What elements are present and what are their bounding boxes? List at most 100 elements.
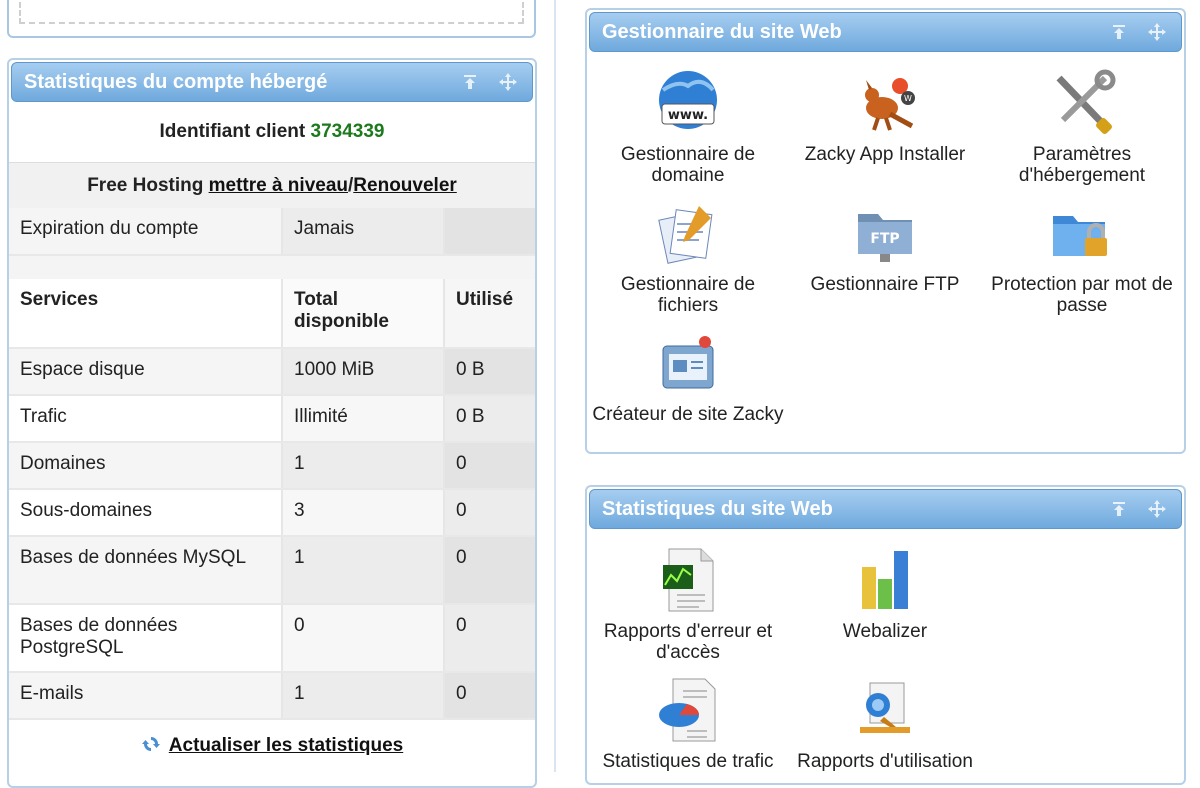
move-icon[interactable]: [1147, 499, 1167, 519]
expiry-label: Expiration du compte: [9, 208, 282, 256]
total-available-cell: 1: [281, 672, 444, 720]
service-name-cell: Sous-domaines: [9, 489, 282, 537]
table-row: Expiration du compte Jamais: [9, 208, 535, 256]
spacer-row: [9, 256, 535, 279]
panel-header[interactable]: Gestionnaire du site Web: [589, 12, 1182, 52]
total-available-cell: Illimité: [281, 395, 444, 443]
services-table: Services Total disponible Utilisé Espace…: [9, 279, 535, 720]
account-stats-panel: Statistiques du compte hébergé Identifia…: [7, 58, 537, 788]
header-total: Total disponible: [281, 279, 444, 349]
tile-hosting-settings[interactable]: Paramètres d'hébergement: [984, 68, 1180, 186]
panel-title: Statistiques du compte hébergé: [24, 71, 328, 93]
used-cell: 0: [443, 672, 535, 720]
previous-panel-bottom: [7, 0, 536, 38]
used-cell: 0: [443, 442, 535, 490]
service-name-cell: Trafic: [9, 395, 282, 443]
tile-label: Paramètres d'hébergement: [1018, 144, 1146, 186]
refresh-row: Actualiser les statistiques: [9, 726, 535, 766]
table-row: Espace disque 1000 MiB 0 B: [9, 348, 535, 396]
collapse-icon[interactable]: [1109, 499, 1129, 519]
refresh-icon[interactable]: [141, 729, 161, 751]
expiry-value: Jamais: [281, 208, 444, 256]
page: Statistiques du compte hébergé Identifia…: [0, 0, 1200, 788]
panel-header[interactable]: Statistiques du compte hébergé: [11, 62, 533, 102]
hosting-plan-row: Free Hosting mettre à niveau/Renouveler: [9, 162, 535, 208]
plan-name: Free Hosting: [87, 175, 204, 196]
collapse-icon[interactable]: [1109, 22, 1129, 42]
expiry-empty-cell: [443, 208, 535, 256]
bar-chart-icon: [850, 545, 920, 615]
tile-label: Gestionnaire FTP: [810, 274, 960, 295]
service-name-cell: Espace disque: [9, 348, 282, 396]
move-icon[interactable]: [1147, 22, 1167, 42]
upgrade-link[interactable]: mettre à niveau: [209, 175, 348, 196]
service-name-cell: Bases de données MySQL: [9, 536, 282, 605]
drop-zone: [19, 0, 524, 24]
total-available-cell: 1: [281, 536, 444, 605]
used-cell: 0: [443, 489, 535, 537]
usage-report-icon: [850, 675, 920, 745]
used-cell: 0: [443, 536, 535, 605]
table-row: E-mails 1 0: [9, 672, 535, 720]
report-chart-icon: [653, 545, 723, 615]
tile-label: Gestionnaire de fichiers: [620, 274, 756, 316]
lock-folder-icon: [1047, 198, 1117, 268]
tile-site-builder[interactable]: Créateur de site Zacky: [590, 328, 786, 425]
tile-label: Rapports d'erreur et d'accès: [603, 621, 773, 663]
table-row: Sous-domaines 3 0: [9, 489, 535, 537]
table-row: Domaines 1 0: [9, 442, 535, 490]
client-id-value: 3734339: [310, 121, 385, 142]
tile-label: Protection par mot de passe: [991, 274, 1173, 316]
pie-report-icon: [653, 675, 723, 745]
svg-text:W: W: [904, 94, 912, 103]
panel-title: Gestionnaire du site Web: [602, 21, 842, 43]
used-cell: 0 B: [443, 395, 535, 443]
table-row: Bases de données MySQL 1 0: [9, 536, 535, 605]
table-row: Trafic Illimité 0 B: [9, 395, 535, 443]
service-name-cell: Domaines: [9, 442, 282, 490]
total-available-cell: 1000 MiB: [281, 348, 444, 396]
tile-label: Rapports d'utilisation: [797, 751, 973, 772]
tile-file-manager[interactable]: Gestionnaire de fichiers: [590, 198, 786, 316]
tile-label: Webalizer: [842, 621, 928, 642]
tile-label: Gestionnaire de domaine: [620, 144, 756, 186]
website-stats-panel: Statistiques du site Web Rapports d'erre…: [585, 485, 1186, 785]
files-icon: [653, 198, 723, 268]
site-builder-icon: [653, 328, 723, 398]
move-icon[interactable]: [498, 72, 518, 92]
renew-link[interactable]: Renouveler: [353, 175, 456, 196]
svg-text:www.: www.: [668, 108, 708, 123]
expiry-table: Expiration du compte Jamais: [9, 208, 535, 256]
tile-app-installer[interactable]: W Zacky App Installer: [787, 68, 983, 165]
tile-label: Zacky App Installer: [804, 144, 966, 165]
client-id-row: Identifiant client 3734339: [9, 112, 535, 164]
tile-error-access-reports[interactable]: Rapports d'erreur et d'accès: [590, 545, 786, 663]
used-cell: 0 B: [443, 348, 535, 396]
kangaroo-icon: W: [850, 68, 920, 138]
total-available-cell: 1: [281, 442, 444, 490]
tile-usage-reports[interactable]: Rapports d'utilisation: [787, 675, 983, 772]
panel-header[interactable]: Statistiques du site Web: [589, 489, 1182, 529]
tile-traffic-stats[interactable]: Statistiques de trafic: [590, 675, 786, 772]
tools-icon: [1047, 68, 1117, 138]
tile-webalizer[interactable]: Webalizer: [787, 545, 983, 642]
total-available-cell: 0: [281, 604, 444, 673]
panel-title: Statistiques du site Web: [602, 498, 833, 520]
header-services: Services: [9, 279, 282, 349]
service-name-cell: E-mails: [9, 672, 282, 720]
total-available-cell: 3: [281, 489, 444, 537]
refresh-stats-link[interactable]: Actualiser les statistiques: [169, 735, 403, 756]
website-manager-panel: Gestionnaire du site Web www. Gestionnai…: [585, 8, 1186, 454]
globe-www-icon: www.: [653, 68, 723, 138]
ftp-folder-icon: FTP: [850, 198, 920, 268]
collapse-icon[interactable]: [460, 72, 480, 92]
tile-ftp-manager[interactable]: FTP Gestionnaire FTP: [787, 198, 983, 295]
table-header-row: Services Total disponible Utilisé: [9, 279, 535, 349]
client-id-label: Identifiant client: [159, 121, 306, 142]
tile-password-protection[interactable]: Protection par mot de passe: [984, 198, 1180, 316]
service-name-cell: Bases de données PostgreSQL: [9, 604, 282, 673]
used-cell: 0: [443, 604, 535, 673]
tile-label: Créateur de site Zacky: [592, 404, 784, 425]
tile-domain-manager[interactable]: www. Gestionnaire de domaine: [590, 68, 786, 186]
svg-text:FTP: FTP: [870, 231, 899, 247]
